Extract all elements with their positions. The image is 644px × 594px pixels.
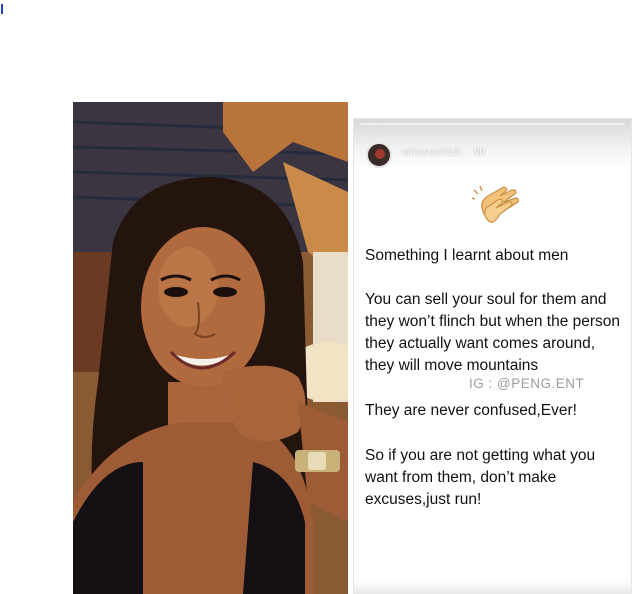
avatar[interactable] — [366, 142, 392, 168]
story-line-2: They are never confused,Ever! — [365, 402, 577, 419]
story-line-1: Something I learnt about men — [365, 247, 569, 264]
story-progress-bar — [360, 123, 625, 125]
story-time: 9h — [474, 147, 486, 158]
portrait-photo — [73, 102, 348, 594]
story-paragraph-2: So if you are not getting what you want … — [365, 447, 596, 508]
story-header: omowunmiak 9h — [354, 119, 631, 169]
story-paragraph-1: You can sell your soul for them and they… — [365, 291, 621, 374]
text-cursor-mark — [1, 4, 3, 14]
clapping-hands-icon — [472, 185, 519, 223]
story-footer — [354, 580, 631, 594]
watermark-text: IG : @PENG.ENT — [469, 376, 585, 391]
portrait-illustration — [73, 102, 348, 594]
story-username[interactable]: omowunmiak — [402, 147, 461, 158]
instagram-story-panel: omowunmiak 9h Something I learnt about m… — [353, 118, 632, 594]
